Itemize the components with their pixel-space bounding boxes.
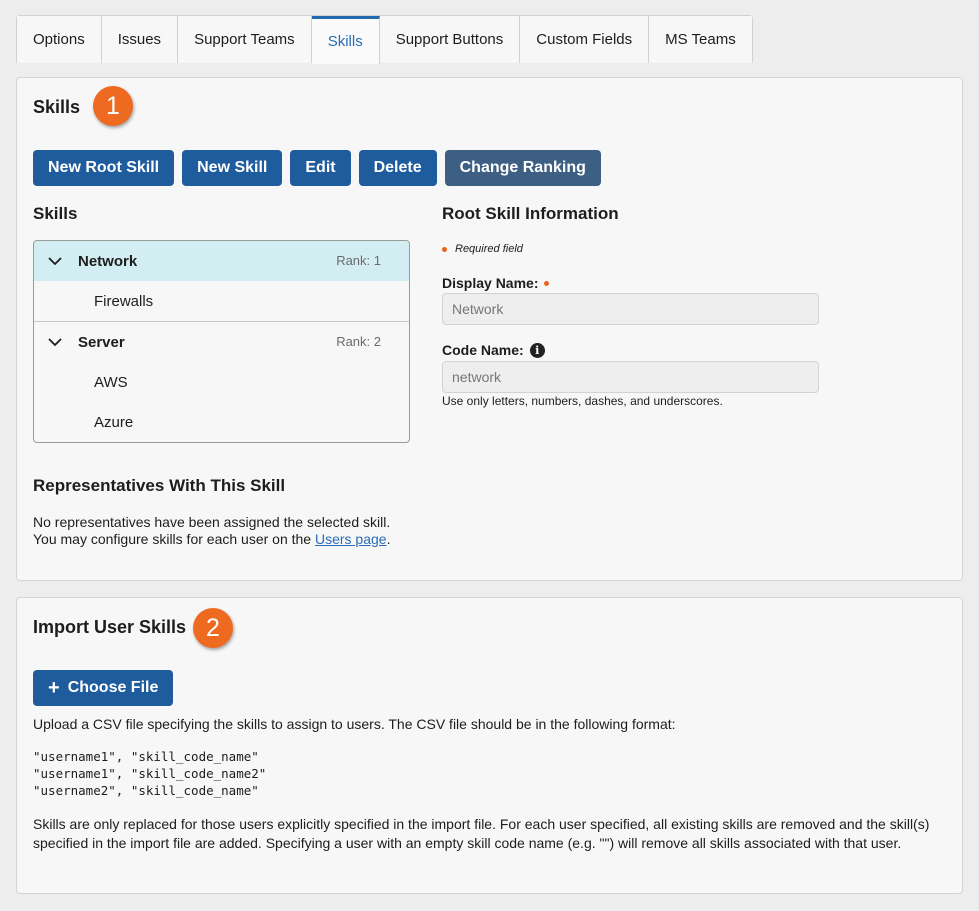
import-panel: Import User Skills 2 + Choose File Uploa… (16, 597, 963, 894)
tab-support-teams[interactable]: Support Teams (178, 16, 312, 63)
new-root-skill-button[interactable]: New Root Skill (33, 150, 175, 186)
tab-options[interactable]: Options (17, 16, 102, 63)
tab-issues[interactable]: Issues (101, 16, 179, 63)
required-dot-icon (442, 246, 447, 252)
tree-node-label: Server (78, 333, 125, 351)
skills-tree: Network Rank: 1 Firewalls Server Rank: 2… (33, 240, 410, 443)
tree-node-aws[interactable]: AWS (34, 362, 409, 402)
import-description: Upload a CSV file specifying the skills … (33, 716, 676, 732)
import-section-title: Import User Skills (33, 617, 187, 637)
rank-label: Rank: 1 (336, 253, 381, 268)
tree-node-server[interactable]: Server Rank: 2 (34, 322, 409, 362)
tab-support-buttons[interactable]: Support Buttons (379, 16, 521, 63)
chevron-down-icon[interactable] (46, 333, 64, 351)
tab-ms-teams[interactable]: MS Teams (649, 16, 752, 63)
representatives-title: Representatives With This Skill (33, 476, 286, 495)
skills-panel: Skills 1 New Root Skill New Skill Edit D… (16, 77, 963, 581)
step-badge-1: 1 (93, 86, 133, 126)
skills-tree-title: Skills (33, 204, 78, 223)
skills-toolbar: New Root Skill New Skill Edit Delete Cha… (33, 150, 601, 186)
tab-bar: Options Issues Support Teams Skills Supp… (16, 15, 753, 64)
rank-label: Rank: 2 (336, 334, 381, 349)
csv-example-line: "username1", "skill_code_name2" (33, 766, 267, 781)
edit-button[interactable]: Edit (290, 150, 351, 186)
required-field-note: Required field (442, 243, 523, 255)
delete-button[interactable]: Delete (358, 150, 437, 186)
import-note: Skills are only replaced for those users… (33, 816, 930, 851)
choose-file-label: Choose File (67, 679, 159, 696)
chevron-down-icon[interactable] (46, 252, 64, 270)
code-name-hint: Use only letters, numbers, dashes, and u… (442, 394, 723, 408)
representatives-period: . (386, 531, 391, 547)
users-page-link[interactable]: Users page (315, 531, 387, 547)
display-name-label-text: Display Name: (442, 275, 539, 291)
skills-section-title: Skills (33, 97, 81, 117)
tab-custom-fields[interactable]: Custom Fields (520, 16, 650, 63)
tree-node-firewalls[interactable]: Firewalls (34, 281, 409, 321)
display-name-label: Display Name: (442, 275, 550, 291)
tab-skills[interactable]: Skills (311, 16, 380, 64)
display-name-field[interactable] (442, 293, 819, 325)
root-skill-info-title: Root Skill Information (442, 204, 619, 223)
code-name-label: Code Name: i (442, 342, 545, 358)
csv-example-line: "username1", "skill_code_name" (33, 749, 259, 764)
code-name-field[interactable] (442, 361, 819, 393)
required-field-text: Required field (455, 243, 523, 255)
plus-icon: + (48, 677, 60, 699)
required-dot-icon (544, 280, 550, 286)
tree-node-network[interactable]: Network Rank: 1 (34, 241, 409, 281)
choose-file-button[interactable]: + Choose File (33, 670, 174, 706)
csv-example-line: "username2", "skill_code_name" (33, 783, 259, 798)
info-icon[interactable]: i (529, 342, 545, 358)
representatives-text: No representatives have been assigned th… (33, 514, 413, 548)
new-skill-button[interactable]: New Skill (182, 150, 283, 186)
tree-node-label: Network (78, 252, 138, 270)
code-name-label-text: Code Name: (442, 342, 524, 358)
step-badge-2: 2 (193, 608, 233, 648)
change-ranking-button[interactable]: Change Ranking (444, 150, 601, 186)
tree-node-azure[interactable]: Azure (34, 402, 409, 442)
